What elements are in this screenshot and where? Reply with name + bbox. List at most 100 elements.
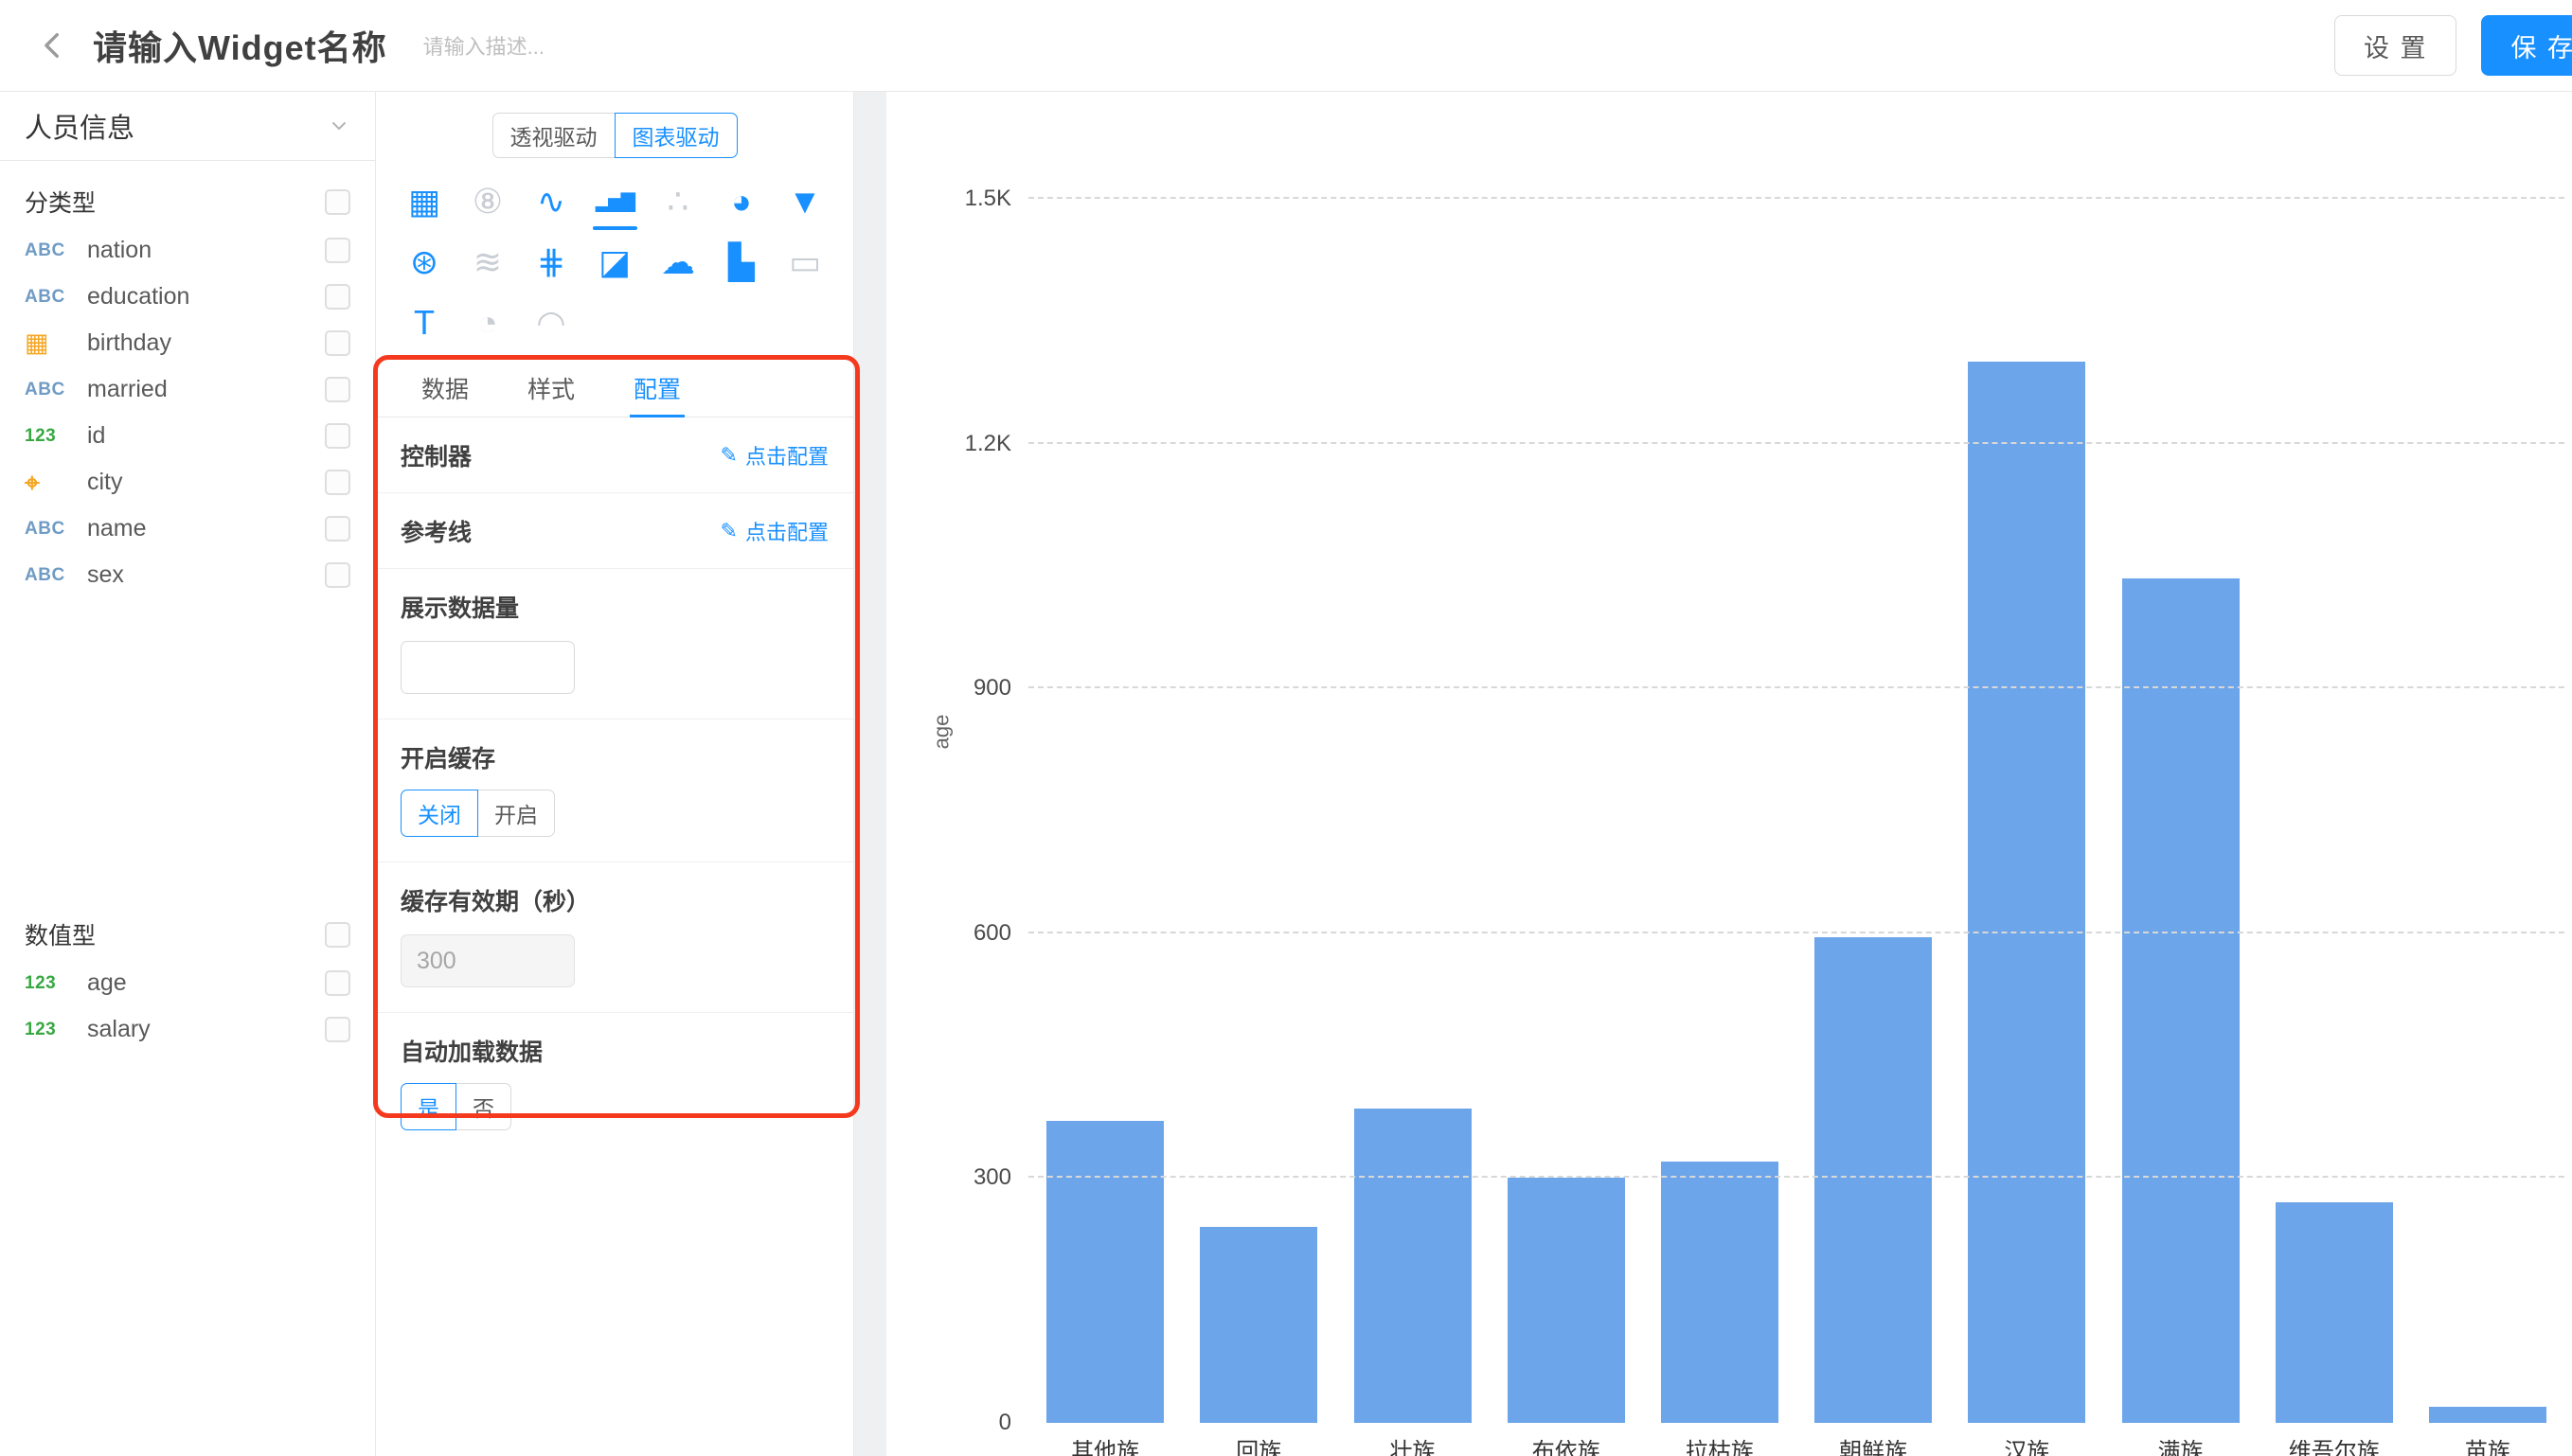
bar-slot	[1643, 199, 1796, 1423]
field-row-name[interactable]: ABCname	[0, 506, 375, 552]
text-field-icon: ABC	[25, 519, 87, 540]
back-button[interactable]	[28, 21, 78, 70]
bar-朝鲜族	[1814, 937, 1932, 1423]
save-button[interactable]: 保 存	[2481, 15, 2572, 76]
tab-style[interactable]: 样式	[524, 359, 579, 417]
y-tick-label: 900	[973, 675, 1011, 701]
y-tick-label: 1.2K	[965, 431, 1011, 457]
back-arrow-icon	[37, 29, 69, 62]
text-chart-icon[interactable]: T	[393, 296, 456, 349]
controller-label: 控制器	[401, 438, 472, 472]
cache-expire-input	[401, 934, 575, 987]
x-tick-label: 汉族	[1950, 1432, 2103, 1456]
cache-off-button[interactable]: 关闭	[401, 790, 478, 837]
gauge-chart-icon: ◔	[456, 296, 520, 349]
edit-pencil-icon: ✎	[721, 519, 738, 543]
field-row-city[interactable]: ⌖city	[0, 459, 375, 506]
text-field-icon: ABC	[25, 240, 87, 261]
bar-回族	[1200, 1227, 1317, 1423]
field-checkbox[interactable]	[325, 330, 350, 356]
field-name: city	[87, 469, 123, 496]
bar-苗族	[2429, 1407, 2546, 1423]
numeric-field-list: 123age123salary	[0, 960, 375, 1053]
map-chart-icon[interactable]: ◪	[583, 236, 647, 289]
number-field-icon: 123	[25, 973, 87, 994]
field-checkbox[interactable]	[325, 238, 350, 263]
field-checkbox[interactable]	[325, 1017, 350, 1042]
speedometer-chart-icon: ◠	[520, 296, 583, 349]
widget-name-input[interactable]: 请输入Widget名称	[93, 21, 387, 70]
table-chart-icon[interactable]: ▦	[393, 175, 456, 228]
bar-chart-icon[interactable]: ▂▅▇	[583, 175, 647, 228]
field-name: age	[87, 969, 127, 997]
location-pin-icon: ⌖	[25, 470, 87, 496]
y-tick-label: 1.5K	[965, 186, 1011, 212]
funnel-chart-icon[interactable]: ▼	[774, 175, 837, 228]
line-chart-icon[interactable]: ∿	[520, 175, 583, 228]
field-checkbox[interactable]	[325, 284, 350, 310]
field-name: salary	[87, 1016, 151, 1043]
field-checkbox[interactable]	[325, 970, 350, 996]
widget-description-input[interactable]: 请输入描述...	[423, 30, 545, 61]
bar-拉枯族	[1661, 1162, 1778, 1423]
y-tick-label: 600	[973, 920, 1011, 947]
cache-on-button[interactable]: 开启	[477, 790, 555, 837]
y-axis-title: age	[929, 715, 954, 750]
display-limit-section: 展示数据量	[376, 569, 853, 719]
bar-壮族	[1354, 1109, 1472, 1423]
tab-data[interactable]: 数据	[418, 359, 473, 417]
settings-button[interactable]: 设 置	[2334, 15, 2457, 76]
field-row-salary[interactable]: 123salary	[0, 1006, 375, 1053]
autoload-yes-button[interactable]: 是	[401, 1083, 456, 1130]
grid-line	[1028, 442, 2564, 444]
tab-config[interactable]: 配置	[630, 359, 685, 417]
bar-满族	[2122, 578, 2240, 1423]
data-source-name: 人员信息	[25, 106, 134, 146]
bar-series	[1028, 199, 2564, 1423]
bar-slot	[1796, 199, 1950, 1423]
category-section-checkbox[interactable]	[325, 189, 350, 215]
wordcloud-chart-icon[interactable]: ☁	[647, 236, 710, 289]
cache-toggle-section: 开启缓存 关闭 开启	[376, 719, 853, 862]
waterfall-chart-icon[interactable]: ▙	[710, 236, 774, 289]
bar-slot	[1335, 199, 1489, 1423]
reference-configure-link[interactable]: ✎ 点击配置	[721, 516, 829, 546]
panel-chart-divider	[854, 92, 886, 1456]
numeric-section-header: 数值型	[0, 909, 375, 960]
field-row-nation[interactable]: ABCnation	[0, 227, 375, 274]
bar-chart-plot: 其他族回族壮族布依族拉枯族朝鲜族汉族满族维吾尔族苗族 03006009001.2…	[1028, 199, 2564, 1423]
pivot-mode-button[interactable]: 透视驱动	[492, 113, 616, 158]
field-row-sex[interactable]: ABCsex	[0, 552, 375, 598]
pie-chart-icon[interactable]: ◕	[710, 175, 774, 228]
grid-line	[1028, 686, 2564, 688]
grid-line	[1028, 1176, 2564, 1178]
field-checkbox[interactable]	[325, 377, 350, 402]
x-tick-label: 朝鲜族	[1796, 1432, 1950, 1456]
field-row-education[interactable]: ABCeducation	[0, 274, 375, 320]
controller-configure-link[interactable]: ✎ 点击配置	[721, 440, 829, 471]
field-name: birthday	[87, 329, 171, 357]
field-checkbox[interactable]	[325, 516, 350, 542]
field-row-id[interactable]: 123id	[0, 413, 375, 459]
x-tick-label: 壮族	[1335, 1432, 1489, 1456]
display-limit-label: 展示数据量	[401, 590, 829, 624]
top-bar: 请输入Widget名称 请输入描述... 设 置 保 存	[0, 0, 2572, 92]
chart-mode-button[interactable]: 图表驱动	[615, 113, 738, 158]
bar-其他族	[1046, 1121, 1164, 1423]
radar-chart-icon[interactable]: ⊛	[393, 236, 456, 289]
field-row-married[interactable]: ABCmarried	[0, 366, 375, 413]
reference-configure-text: 点击配置	[745, 516, 829, 546]
display-limit-input[interactable]	[401, 641, 575, 694]
field-row-age[interactable]: 123age	[0, 960, 375, 1006]
field-row-birthday[interactable]: ▦birthday	[0, 320, 375, 366]
numeric-section-checkbox[interactable]	[325, 922, 350, 948]
field-checkbox[interactable]	[325, 470, 350, 495]
parallel-chart-icon[interactable]: ⋕	[520, 236, 583, 289]
field-checkbox[interactable]	[325, 423, 350, 449]
iframe-chart-icon: ▭	[774, 236, 837, 289]
field-checkbox[interactable]	[325, 562, 350, 588]
data-source-select[interactable]: 人员信息	[0, 92, 375, 161]
autoload-no-button[interactable]: 否	[455, 1083, 511, 1130]
bar-slot	[2411, 199, 2564, 1423]
grid-line	[1028, 932, 2564, 933]
